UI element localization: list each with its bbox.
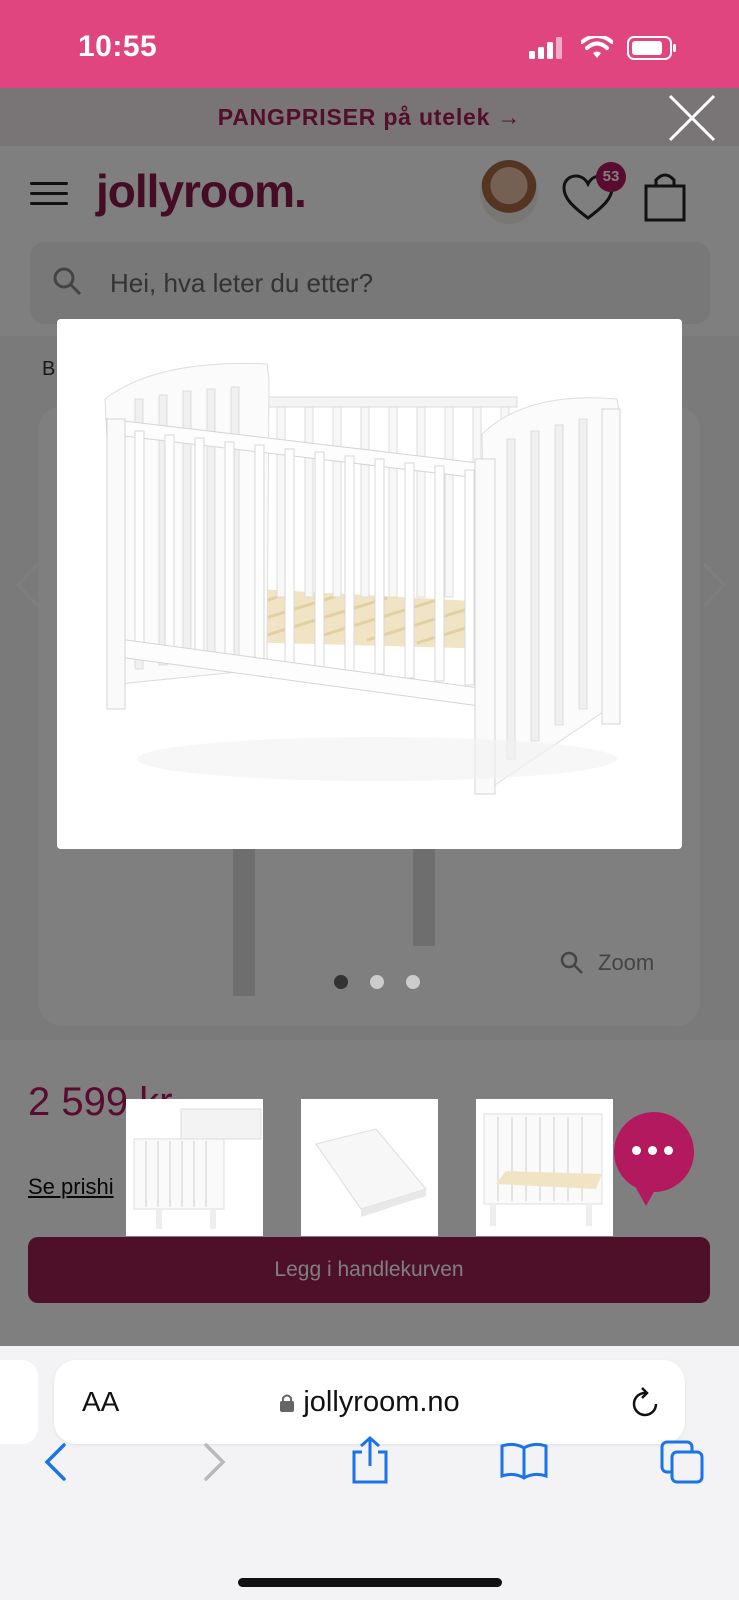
battery-icon <box>627 36 676 60</box>
signal-icon <box>529 37 562 59</box>
home-indicator[interactable] <box>238 1578 502 1587</box>
address-bar[interactable]: AA jollyroom.no <box>54 1360 685 1444</box>
wifi-icon <box>581 36 613 58</box>
zoom-control[interactable]: Zoom <box>560 950 654 976</box>
status-time: 10:55 <box>78 30 158 63</box>
thumbnail-crib-with-mattress[interactable] <box>126 1099 263 1236</box>
url-display[interactable]: jollyroom.no <box>54 1386 685 1419</box>
close-icon[interactable] <box>664 90 720 146</box>
gallery-dots <box>334 975 420 989</box>
back-icon[interactable] <box>42 1442 68 1482</box>
thumbnail-mattress[interactable] <box>301 1099 438 1236</box>
previous-tab-preview[interactable] <box>0 1360 38 1444</box>
crib-image <box>57 319 682 849</box>
browser-chrome: AA jollyroom.no <box>0 1346 739 1600</box>
tabs-icon[interactable] <box>660 1440 704 1484</box>
lock-icon <box>280 1394 295 1412</box>
thumbnail-strip <box>126 1099 613 1236</box>
zoom-label: Zoom <box>598 950 655 975</box>
chat-icon <box>632 1146 673 1155</box>
forward-icon <box>204 1443 226 1481</box>
chat-button[interactable] <box>614 1112 694 1206</box>
thumbnail-crib[interactable] <box>476 1099 613 1236</box>
url-text: jollyroom.no <box>303 1386 460 1418</box>
zoom-icon <box>560 951 583 974</box>
gallery-dot[interactable] <box>406 975 420 989</box>
lightbox-image[interactable] <box>57 319 682 849</box>
gallery-dot-active[interactable] <box>334 975 348 989</box>
reload-icon[interactable] <box>631 1386 661 1418</box>
book-icon[interactable] <box>500 1442 548 1480</box>
status-bar: 10:55 <box>0 0 739 88</box>
status-icons <box>529 36 677 60</box>
share-icon[interactable] <box>350 1436 390 1484</box>
gallery-dot[interactable] <box>370 975 384 989</box>
